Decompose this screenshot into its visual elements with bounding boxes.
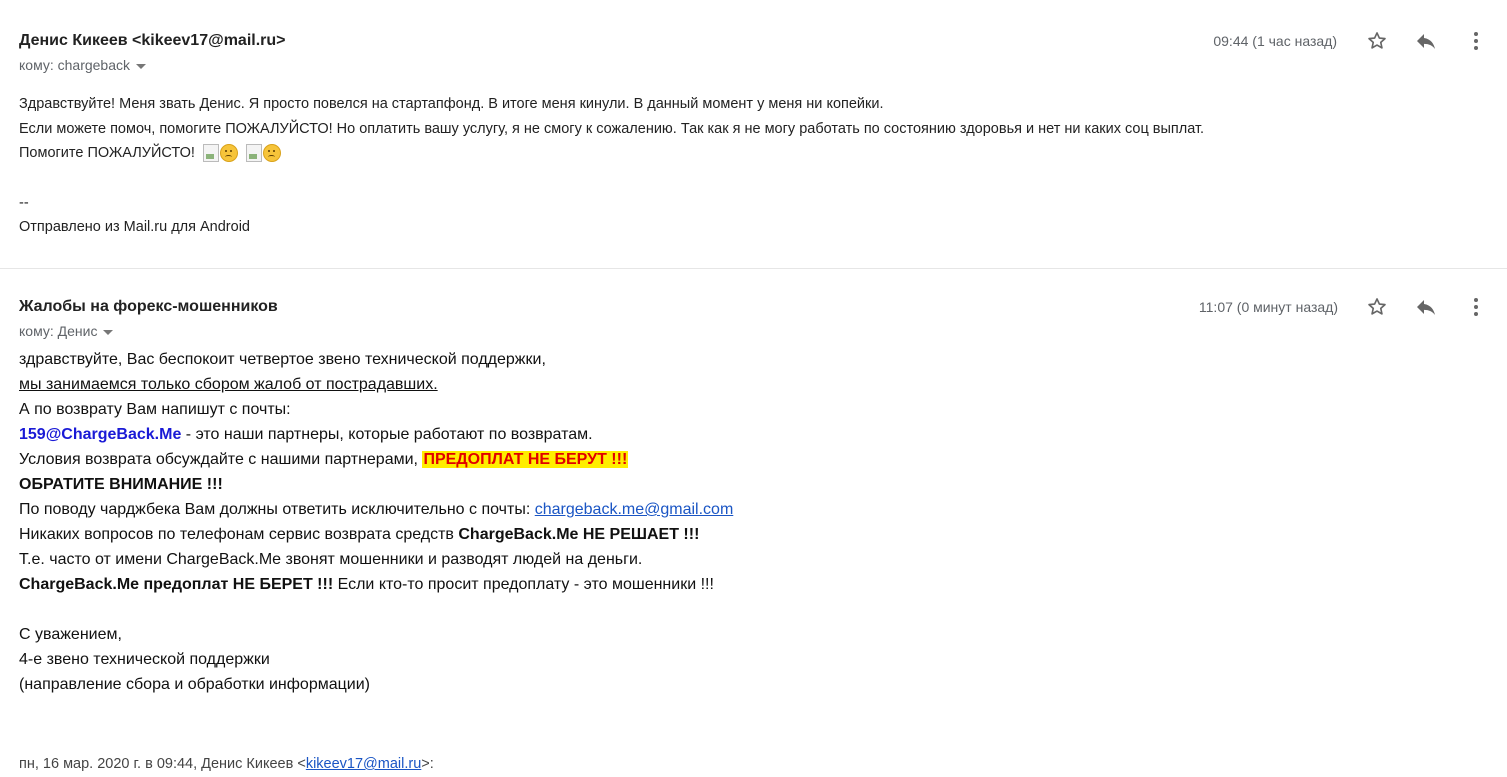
message-body: Здравствуйте! Меня звать Денис. Я просто…: [19, 92, 1204, 240]
body-line: Если можете помоч, помогите ПОЖАЛУЙСТО! …: [19, 120, 1205, 137]
email-message-2: Жалобы на форекс-мошенников кому: Денис …: [0, 270, 1507, 777]
reply-button[interactable]: [1412, 27, 1440, 55]
chargeback-email-link[interactable]: chargeback.me@gmail.com: [535, 501, 734, 518]
broken-image-emoji: [245, 144, 281, 163]
broken-image-icon: [202, 144, 219, 163]
more-vert-icon: [1474, 32, 1478, 50]
recipient-line[interactable]: кому: Денис: [19, 323, 114, 339]
body-line: Условия возврата обсуждайте с нашими пар…: [19, 447, 733, 472]
partner-email: 159@ChargeBack.Me: [19, 426, 182, 443]
chevron-down-icon[interactable]: [103, 329, 114, 335]
star-icon: [1368, 298, 1386, 315]
recipient-line[interactable]: кому: chargeback: [19, 57, 147, 73]
body-line: ChargeBack.Me предоплат НЕ БЕРЕТ !!! Есл…: [19, 572, 733, 597]
email-message-1: Денис Кикеев <kikeev17@mail.ru> кому: ch…: [0, 0, 1507, 268]
bold-text: ChargeBack.Me предоплат НЕ БЕРЕТ !!!: [19, 576, 334, 593]
body-text: Никаких вопросов по телефонам сервис воз…: [19, 526, 459, 543]
highlighted-warning: ПРЕДОПЛАТ НЕ БЕРУТ !!!: [422, 451, 629, 468]
bold-text: ChargeBack.Me НЕ РЕШАЕТ !!!: [458, 526, 700, 543]
star-button[interactable]: [1363, 293, 1391, 321]
body-line: 159@ChargeBack.Me - это наши партнеры, к…: [19, 422, 733, 447]
message-body: здравствуйте, Вас беспокоит четвертое зв…: [19, 347, 733, 697]
closing-line: 4-е звено технической поддержки: [19, 651, 270, 668]
quoted-email-link[interactable]: kikeev17@mail.ru: [306, 756, 421, 772]
sad-face-emoji-icon: [219, 144, 238, 163]
sender-name[interactable]: Жалобы на форекс-мошенников: [19, 298, 278, 316]
message-divider: [0, 268, 1507, 269]
more-vert-icon: [1474, 298, 1478, 316]
broken-image-emoji: [202, 144, 238, 163]
body-line: здравствуйте, Вас беспокоит четвертое зв…: [19, 351, 546, 368]
body-line: По поводу чарджбека Вам должны ответить …: [19, 497, 733, 522]
closing-line: С уважением,: [19, 626, 122, 643]
signature-text: Отправлено из Mail.ru для Android: [19, 219, 250, 235]
body-line-underlined: мы занимаемся только сбором жалоб от пос…: [19, 376, 438, 393]
body-line: А по возврату Вам напишут с почты:: [19, 401, 291, 418]
body-text: - это наши партнеры, которые работают по…: [181, 426, 593, 443]
quote-suffix: >:: [421, 756, 434, 772]
recipient-label: кому: Денис: [19, 323, 98, 339]
star-icon: [1368, 32, 1386, 49]
quote-prefix: пн, 16 мар. 2020 г. в 09:44, Денис Кикее…: [19, 756, 306, 772]
worried-face-emoji-icon: [262, 144, 281, 163]
closing-line: (направление сбора и обработки информаци…: [19, 676, 370, 693]
body-line: Т.е. часто от имени ChargeBack.Me звонят…: [19, 551, 643, 568]
more-options-button[interactable]: [1462, 293, 1490, 321]
quoted-header: пн, 16 мар. 2020 г. в 09:44, Денис Кикее…: [19, 756, 434, 772]
chevron-down-icon[interactable]: [136, 63, 147, 69]
body-text: Если кто-то просит предоплату - это моше…: [333, 576, 714, 593]
body-line: Здравствуйте! Меня звать Денис. Я просто…: [19, 96, 884, 112]
broken-image-icon: [245, 144, 262, 163]
body-text: По поводу чарджбека Вам должны ответить …: [19, 501, 535, 518]
body-line-text: Помогите ПОЖАЛУЙСТО!: [19, 145, 195, 161]
timestamp: 09:44 (1 час назад): [1213, 33, 1337, 49]
more-options-button[interactable]: [1462, 27, 1490, 55]
reply-button[interactable]: [1412, 293, 1440, 321]
signature-separator: --: [19, 194, 29, 211]
reply-icon: [1417, 34, 1435, 49]
body-line-with-emoji: Помогите ПОЖАЛУЙСТО!: [19, 141, 1204, 166]
body-line: Никаких вопросов по телефонам сервис воз…: [19, 522, 733, 547]
reply-icon: [1417, 300, 1435, 315]
recipient-label: кому: chargeback: [19, 57, 131, 73]
attention-heading: ОБРАТИТЕ ВНИМАНИЕ !!!: [19, 476, 223, 493]
body-text: Условия возврата обсуждайте с нашими пар…: [19, 451, 423, 468]
star-button[interactable]: [1363, 27, 1391, 55]
timestamp: 11:07 (0 минут назад): [1198, 299, 1338, 315]
sender-name[interactable]: Денис Кикеев <kikeev17@mail.ru>: [19, 32, 286, 50]
